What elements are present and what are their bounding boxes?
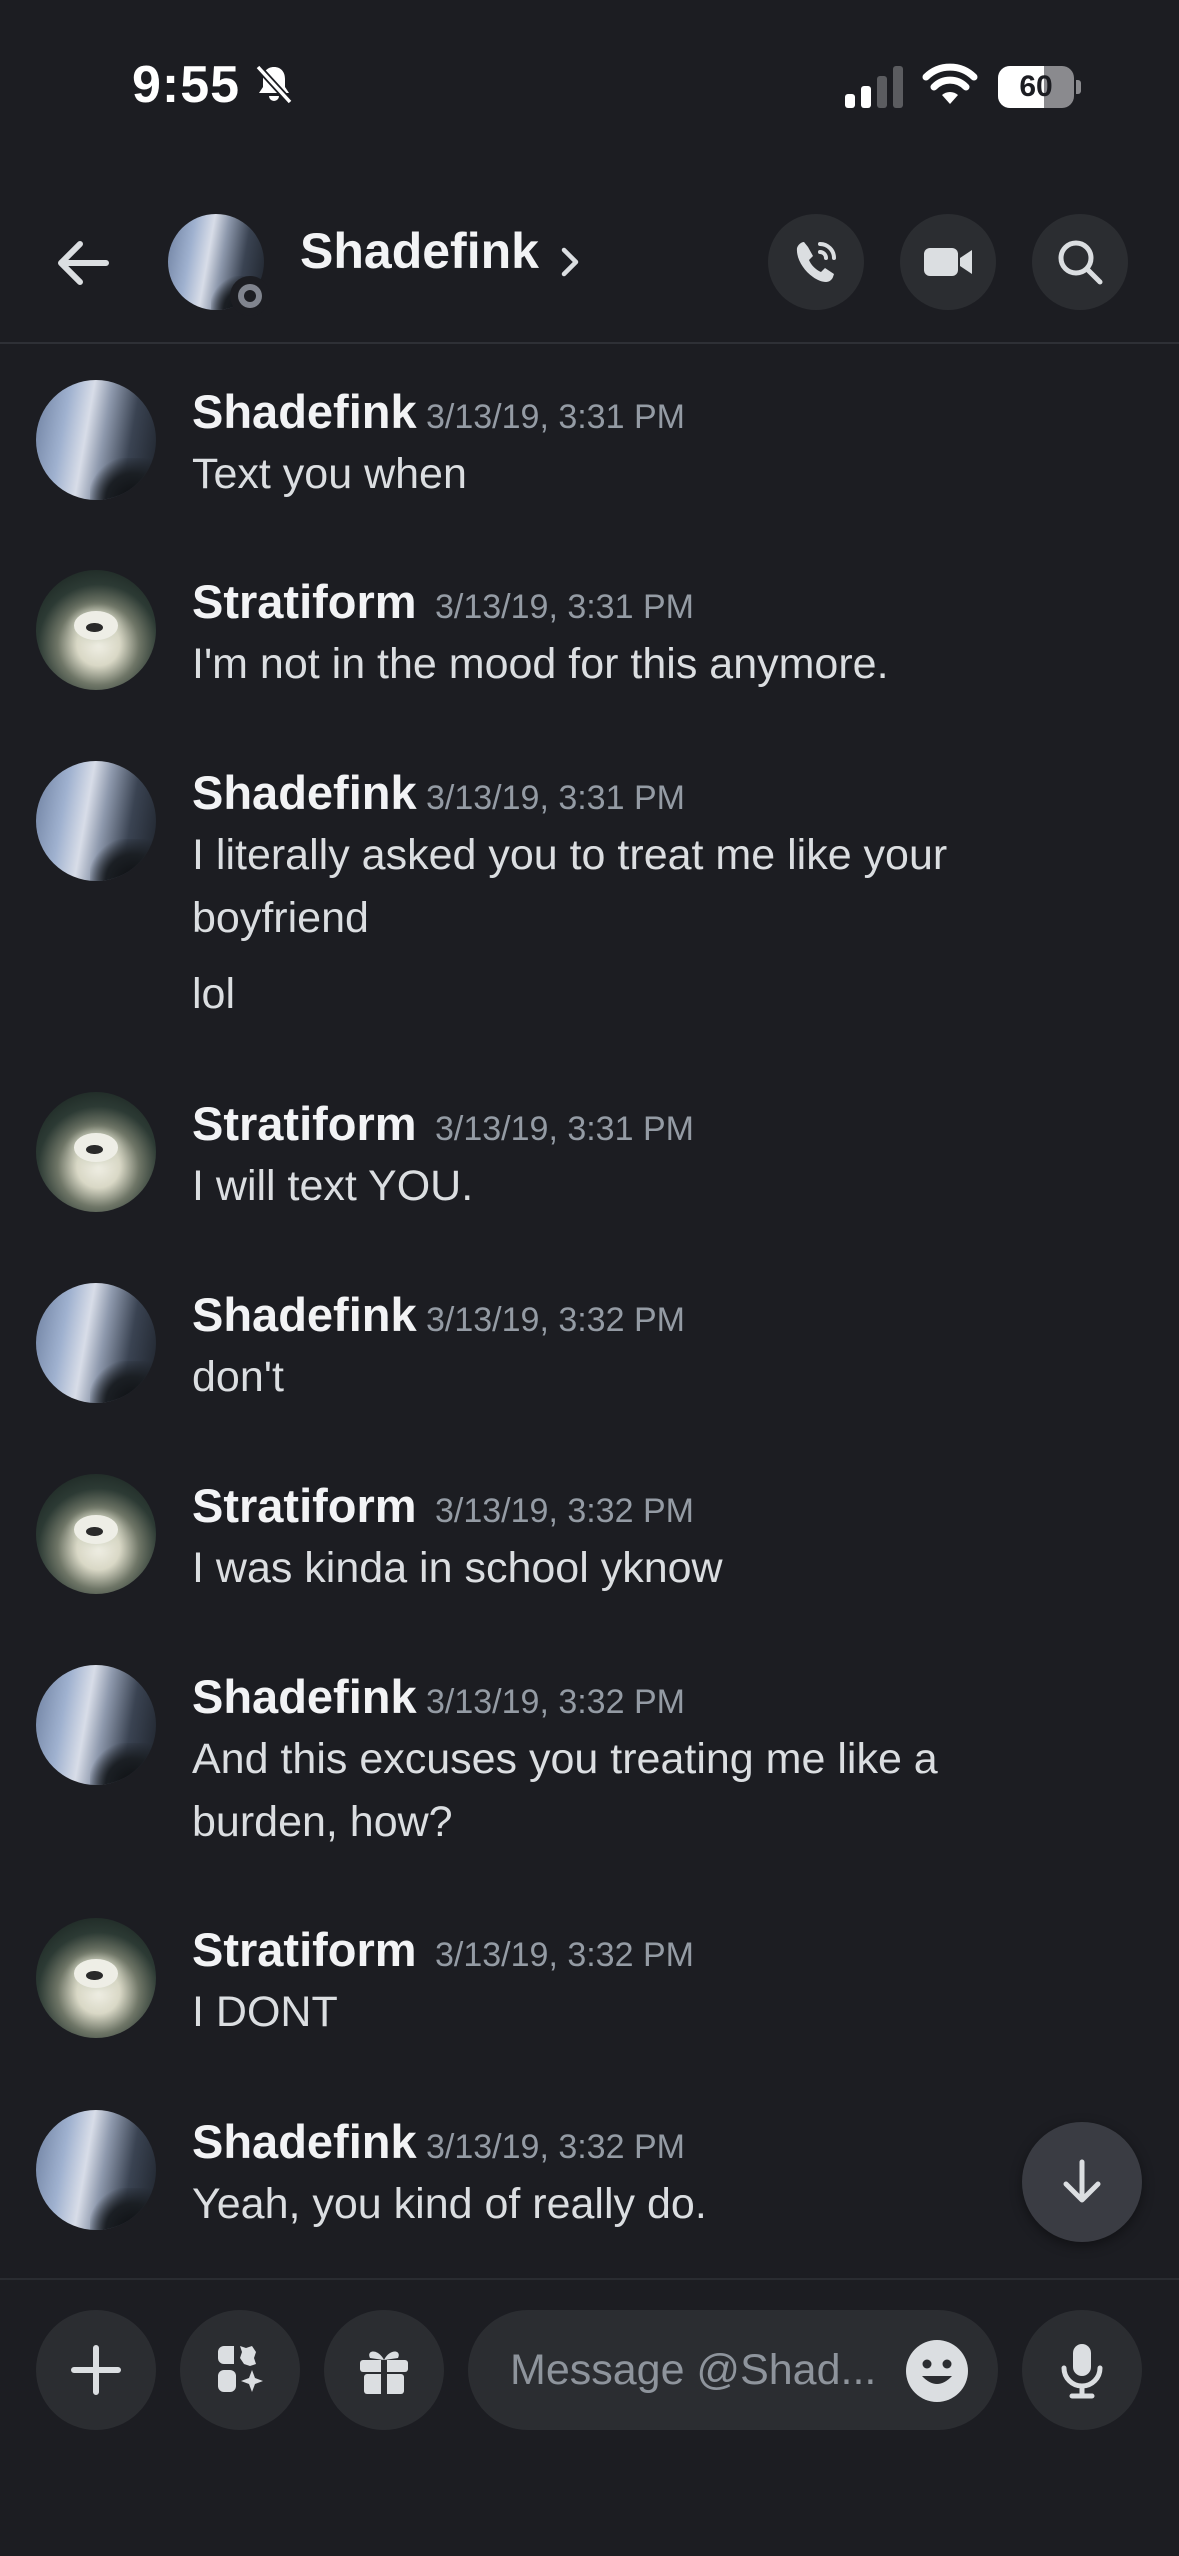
message-author[interactable]: Shadefink (192, 2114, 417, 2169)
message-item[interactable]: Stratiform 3/13/19, 3:32 PM I was kinda … (0, 1440, 1179, 1630)
chevron-right-icon[interactable] (556, 240, 584, 284)
message-item[interactable]: Shadefink 3/13/19, 3:32 PM Yeah, you kin… (0, 2076, 1179, 2266)
message-text: I was kinda in school yknow (192, 1544, 723, 1592)
message-item[interactable]: Stratiform 3/13/19, 3:31 PM I'm not in t… (0, 536, 1179, 726)
message-item[interactable]: Stratiform 3/13/19, 3:31 PM I will text … (0, 1058, 1179, 1248)
bell-muted-icon (255, 64, 293, 105)
message-composer (0, 2278, 1179, 2556)
battery-icon: 60 (998, 66, 1074, 108)
wifi-icon (922, 63, 978, 104)
message-author[interactable]: Shadefink (192, 1669, 417, 1724)
voice-call-button[interactable] (768, 214, 864, 310)
video-camera-icon (924, 248, 972, 276)
message-timestamp: 3/13/19, 3:31 PM (435, 1110, 694, 1148)
message-author[interactable]: Stratiform (192, 1922, 417, 1977)
back-arrow-icon[interactable] (50, 230, 116, 296)
message-item[interactable]: Shadefink 3/13/19, 3:31 PM Text you when (0, 346, 1179, 536)
message-author[interactable]: Shadefink (192, 384, 417, 439)
message-item[interactable]: Shadefink 3/13/19, 3:31 PM I literally a… (0, 727, 1179, 1057)
video-call-button[interactable] (900, 214, 996, 310)
message-text: lol (192, 970, 236, 1018)
user-avatar[interactable] (36, 1918, 156, 2038)
user-avatar[interactable] (36, 570, 156, 690)
gift-icon (360, 2351, 408, 2394)
message-text: I DONT (192, 1988, 338, 2036)
message-text: burden, how? (192, 1798, 453, 1846)
message-input-container[interactable] (468, 2310, 998, 2430)
message-text: I will text YOU. (192, 1162, 474, 1210)
message-text: don't (192, 1353, 284, 1401)
jump-to-latest-button[interactable] (1022, 2122, 1142, 2242)
message-text: Text you when (192, 450, 467, 498)
cellular-signal-icon (845, 66, 903, 108)
message-text: I literally asked you to treat me like y… (192, 831, 948, 879)
phone-call-icon (796, 242, 836, 282)
message-timestamp: 3/13/19, 3:32 PM (426, 2128, 685, 2166)
chat-header: Shadefink (0, 170, 1179, 344)
plus-icon (71, 2345, 121, 2395)
message-timestamp: 3/13/19, 3:31 PM (426, 779, 685, 817)
message-timestamp: 3/13/19, 3:31 PM (426, 398, 685, 436)
user-avatar[interactable] (36, 380, 156, 500)
message-text: Yeah, you kind of really do. (192, 2180, 707, 2228)
emoji-icon[interactable] (904, 2338, 970, 2404)
message-item[interactable]: Shadefink 3/13/19, 3:32 PM don't (0, 1249, 1179, 1439)
message-author[interactable]: Stratiform (192, 1096, 417, 1151)
search-button[interactable] (1032, 214, 1128, 310)
message-author[interactable]: Shadefink (192, 765, 417, 820)
user-avatar[interactable] (36, 1474, 156, 1594)
message-author[interactable]: Shadefink (192, 1287, 417, 1342)
arrow-down-icon (1063, 2159, 1101, 2203)
message-timestamp: 3/13/19, 3:32 PM (426, 1683, 685, 1721)
message-timestamp: 3/13/19, 3:32 PM (435, 1936, 694, 1974)
message-timestamp: 3/13/19, 3:31 PM (435, 588, 694, 626)
user-avatar[interactable] (36, 2110, 156, 2230)
attach-button[interactable] (36, 2310, 156, 2430)
channel-name[interactable]: Shadefink (300, 222, 539, 280)
message-item[interactable]: Shadefink 3/13/19, 3:32 PM And this excu… (0, 1631, 1179, 1884)
battery-percent: 60 (1019, 70, 1053, 103)
message-timestamp: 3/13/19, 3:32 PM (435, 1492, 694, 1530)
message-text: I'm not in the mood for this anymore. (192, 640, 889, 688)
offline-status-indicator (230, 276, 270, 316)
message-list[interactable]: Shadefink 3/13/19, 3:31 PM Text you when… (0, 346, 1179, 2276)
apps-button[interactable] (180, 2310, 300, 2430)
message-text: And this excuses you treating me like a (192, 1735, 938, 1783)
status-time: 9:55 (132, 56, 241, 114)
message-author[interactable]: Stratiform (192, 1478, 417, 1533)
message-input[interactable] (510, 2310, 900, 2430)
apps-icon (218, 2346, 263, 2392)
message-timestamp: 3/13/19, 3:32 PM (426, 1301, 685, 1339)
message-item[interactable]: Stratiform 3/13/19, 3:32 PM I DONT (0, 1884, 1179, 2075)
battery-indicator: 60 (998, 66, 1081, 108)
user-avatar[interactable] (36, 761, 156, 881)
user-avatar[interactable] (36, 1092, 156, 1212)
search-icon (1058, 240, 1103, 285)
message-text: boyfriend (192, 894, 369, 942)
user-avatar[interactable] (36, 1665, 156, 1785)
microphone-icon (1061, 2344, 1103, 2399)
gift-button[interactable] (324, 2310, 444, 2430)
user-avatar[interactable] (36, 1283, 156, 1403)
header-avatar[interactable] (168, 214, 270, 316)
status-bar: 9:55 60 (0, 0, 1179, 170)
message-author[interactable]: Stratiform (192, 574, 417, 629)
voice-message-button[interactable] (1022, 2310, 1142, 2430)
